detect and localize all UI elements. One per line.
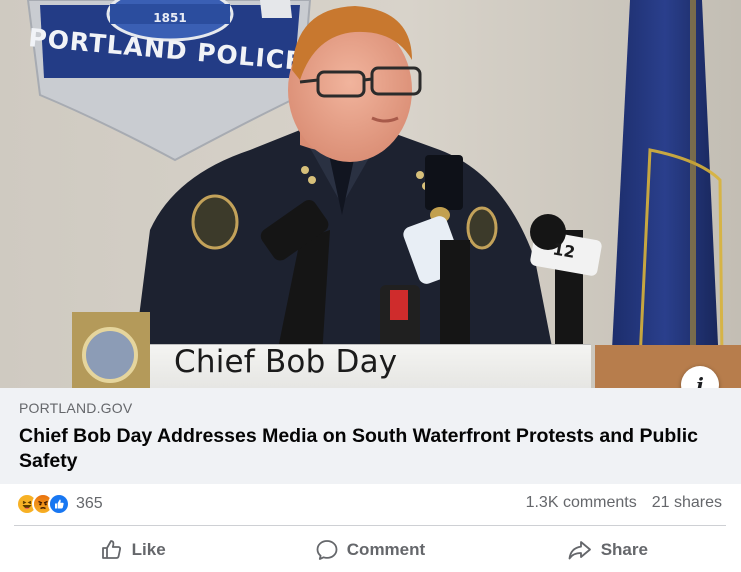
mic-logo: 12 [551,239,576,262]
feed-post: 1851 PORTLAND POLICE 12 Chief Bob Day i … [0,0,741,572]
comment-icon [316,540,338,560]
share-label: Share [600,540,648,559]
divider [14,525,726,526]
reaction-count: 365 [76,495,103,512]
comment-label: Comment [346,540,426,559]
link-domain: PORTLAND.GOV [19,400,133,416]
post-photo[interactable]: 1851 PORTLAND POLICE 12 Chief Bob Day [0,0,741,388]
shares-count[interactable]: 21 shares [652,494,722,512]
share-button[interactable]: Share [489,530,726,570]
link-headline[interactable]: Chief Bob Day Addresses Media on South W… [19,424,709,474]
like-icon [48,493,70,515]
caption-name: Chief Bob Day [174,344,398,380]
like-button[interactable]: Like [14,530,251,570]
post-actions: Like Comment Share [14,530,726,570]
comments-count[interactable]: 1.3K comments [526,494,637,512]
comment-button[interactable]: Comment [251,530,488,570]
press-conference-photo: 1851 PORTLAND POLICE 12 [0,0,741,388]
share-arrow-icon [568,541,591,560]
like-label: Like [131,540,166,559]
engagement-stats: 1.3K comments 21 shares [526,494,722,512]
thumbs-up-icon [101,540,121,559]
reactions-summary[interactable]: 365 [16,492,103,516]
badge-year: 1851 [153,11,186,25]
